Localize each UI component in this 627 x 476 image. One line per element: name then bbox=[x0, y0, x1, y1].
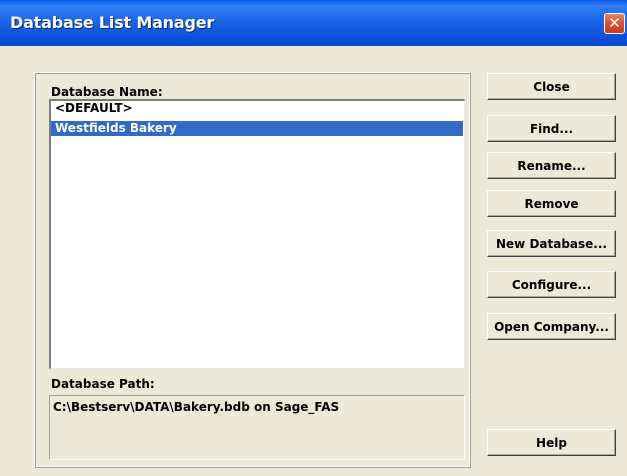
list-item-westfields-bakery[interactable]: Westfields Bakery bbox=[51, 121, 463, 136]
database-path-label: Database Path: bbox=[51, 377, 155, 391]
open-company-button[interactable]: Open Company... bbox=[487, 313, 616, 340]
database-path-value: C:\Bestserv\DATA\Bakery.bdb on Sage_FAS bbox=[53, 400, 340, 414]
configure-button[interactable]: Configure... bbox=[487, 271, 616, 298]
database-list-manager-window: Database List Manager ✕ Database Name: <… bbox=[0, 0, 627, 476]
close-button[interactable]: Close bbox=[487, 73, 616, 100]
rename-button[interactable]: Rename... bbox=[487, 152, 616, 179]
find-button[interactable]: Find... bbox=[487, 115, 616, 142]
help-button[interactable]: Help bbox=[487, 429, 616, 456]
new-database-button[interactable]: New Database... bbox=[487, 230, 616, 257]
list-item-default[interactable]: <DEFAULT> bbox=[51, 101, 463, 116]
database-path-field: C:\Bestserv\DATA\Bakery.bdb on Sage_FAS bbox=[49, 395, 465, 460]
database-listbox[interactable]: <DEFAULT> Westfields Bakery bbox=[49, 99, 465, 369]
remove-button[interactable]: Remove bbox=[487, 190, 616, 217]
title-bar[interactable]: Database List Manager ✕ bbox=[0, 0, 627, 46]
database-name-label: Database Name: bbox=[51, 85, 163, 99]
window-title: Database List Manager bbox=[10, 13, 215, 32]
close-icon[interactable]: ✕ bbox=[604, 13, 625, 34]
